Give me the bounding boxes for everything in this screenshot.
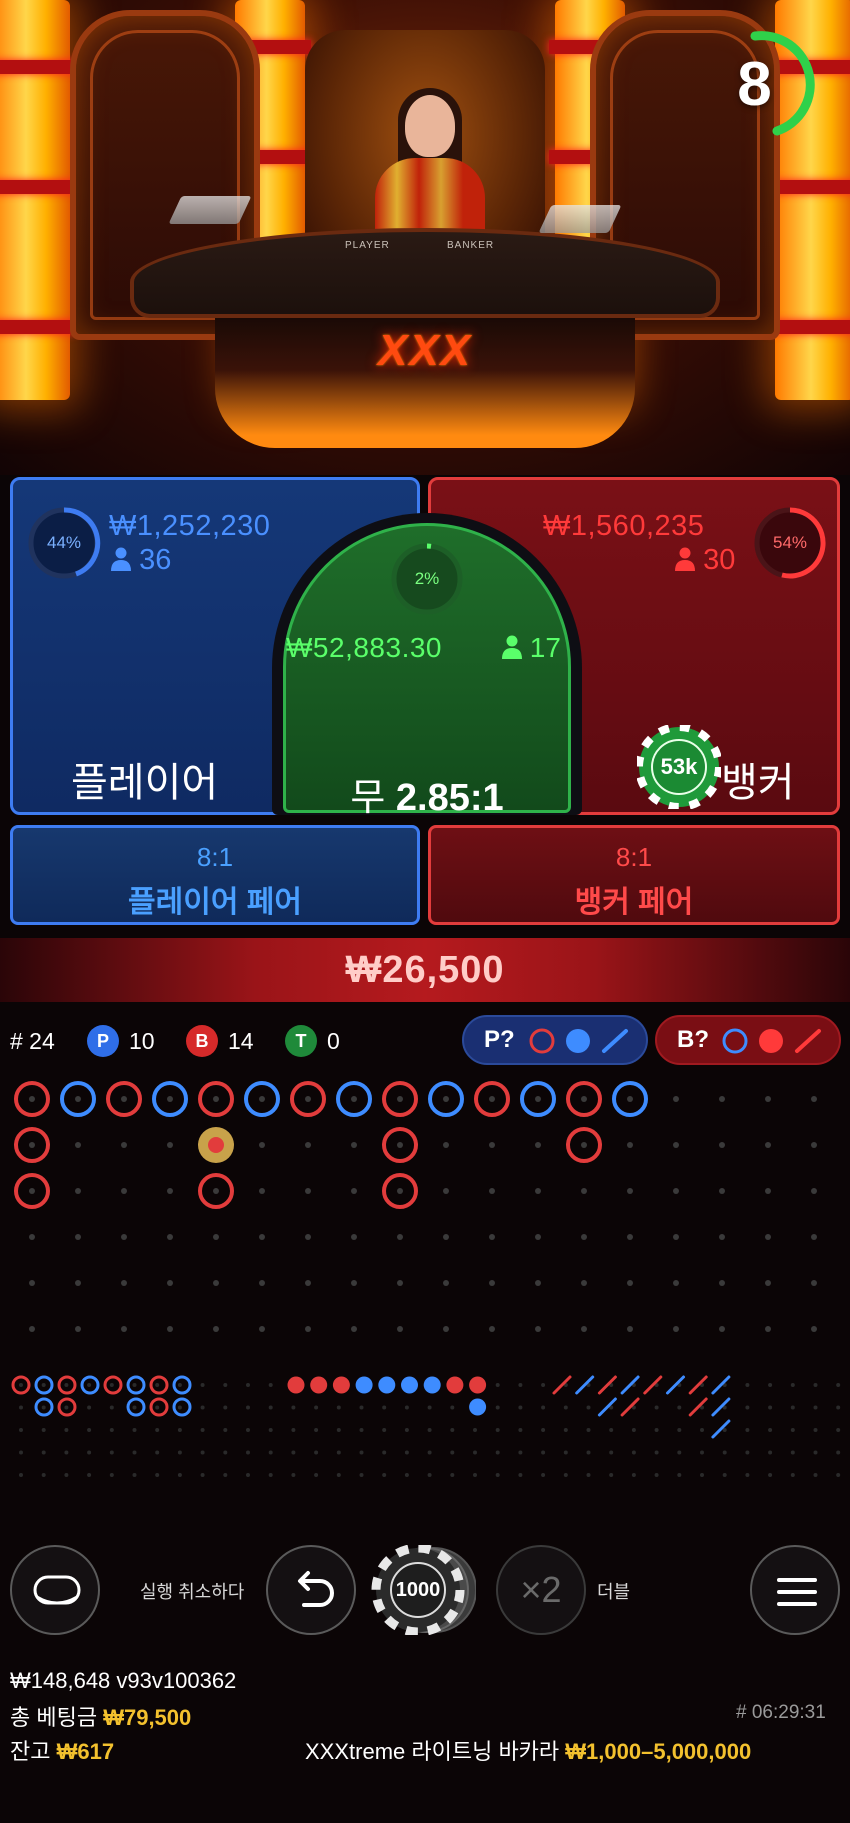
- dealer-body: [375, 158, 485, 238]
- player-wins: P 10: [87, 1025, 155, 1057]
- undo-label: 실행 취소하다: [140, 1582, 245, 1602]
- timer-seconds: 8: [737, 50, 772, 119]
- banker-badge-icon: B: [186, 1025, 218, 1057]
- balance-id-line: ₩148,648 v93v100362: [10, 1668, 237, 1693]
- player-label: 플레이어: [71, 761, 219, 805]
- dealer: [405, 95, 455, 157]
- player-percent-ring: 44%: [25, 504, 103, 582]
- player-total-amount: ₩1,252,230: [109, 510, 271, 542]
- chip-selector[interactable]: 1000: [366, 1543, 477, 1637]
- round-count: # 24: [10, 1028, 55, 1054]
- selected-chip-value: 1000: [395, 1579, 441, 1601]
- side-bets: 8:1 플레이어 페어 8:1 뱅커 페어: [10, 825, 840, 925]
- table-icon: [33, 1575, 81, 1605]
- tie-percent-ring: 2%: [388, 540, 466, 618]
- banker-ask-button[interactable]: B?: [655, 1015, 841, 1065]
- player-badge-icon: P: [87, 1025, 119, 1057]
- placed-chip[interactable]: 53k: [635, 723, 723, 811]
- total-bet-value: ₩79,500: [103, 1705, 192, 1730]
- table-name: XXXtreme 라이트닝 바카라: [305, 1739, 560, 1764]
- table-label-banker: BANKER: [447, 240, 495, 251]
- tie-wins: T0: [285, 1025, 340, 1057]
- live-video-stream: PLAYER BANKER XXX 8: [0, 0, 850, 475]
- table-label-player: PLAYER: [345, 240, 390, 251]
- total-bet-display: ₩26,500: [0, 938, 850, 1002]
- tie-label: 무 2.85:1: [350, 777, 504, 819]
- user-icon: [675, 547, 695, 571]
- table-info: XXXtreme 라이트닝 바카라 ₩1,000–5,000,000: [305, 1734, 751, 1766]
- table-view-button[interactable]: [10, 1545, 100, 1635]
- tie-badge-icon: T: [285, 1025, 317, 1057]
- banker-pair-odds: 8:1: [615, 842, 653, 872]
- tie-total-amount: ₩52,883.30: [286, 632, 442, 663]
- predict-icons: [529, 1028, 628, 1054]
- banker-bettor-count: 30: [675, 544, 735, 577]
- card-shoe: [168, 196, 252, 224]
- user-icon: [111, 547, 131, 571]
- banker-label: 뱅커: [721, 761, 795, 805]
- player-pair-label: 플레이어 페어: [128, 886, 302, 919]
- betting-controls: 실행 취소하다 1000 ×2 더블: [0, 1540, 850, 1640]
- user-icon: [502, 635, 522, 659]
- player-ask-button[interactable]: P?: [462, 1015, 648, 1065]
- player-bettor-count: 36: [111, 544, 171, 577]
- banker-pair-label: 뱅커 페어: [574, 886, 694, 919]
- double-button[interactable]: ×2: [496, 1545, 586, 1635]
- banker-percent-ring: 54%: [751, 504, 829, 582]
- banker-pair-bet-spot[interactable]: 8:1 뱅커 페어: [428, 825, 840, 925]
- player-pair-odds: 8:1: [196, 842, 234, 872]
- xxx-logo: XXX: [377, 326, 473, 375]
- hamburger-icon: [777, 1578, 817, 1606]
- balance-value: ₩617: [56, 1739, 115, 1764]
- game-screen: PLAYER BANKER XXX 8 44% ₩1,252,230 36 플레…: [0, 0, 850, 1823]
- banker-wins: B 14: [186, 1025, 254, 1057]
- light-pillar: [0, 0, 76, 400]
- table-limits: ₩1,000–5,000,000: [565, 1739, 752, 1764]
- undo-icon: [298, 1571, 334, 1607]
- roadmap-grid: [11, 1081, 841, 1500]
- double-label: 더블: [597, 1582, 631, 1602]
- bet-timer: 8: [707, 30, 817, 140]
- round-id: # 06:29:31: [736, 1702, 826, 1723]
- total-bet-line: 총 베팅금 ₩79,500: [10, 1705, 192, 1730]
- banker-total-amount: ₩1,560,235: [543, 510, 705, 542]
- menu-button[interactable]: [750, 1545, 840, 1635]
- player-pair-bet-spot[interactable]: 8:1 플레이어 페어: [10, 825, 420, 925]
- balance-line: 잔고 ₩617: [10, 1739, 115, 1764]
- tie-bet-spot[interactable]: 2% ₩52,883.30 17 무 2.85:1: [283, 523, 571, 819]
- predict-icons: [722, 1028, 821, 1054]
- undo-button[interactable]: [266, 1545, 356, 1635]
- card-shoe: [538, 205, 622, 233]
- tie-bettor-count: 17: [502, 632, 561, 664]
- scoreboard-roads[interactable]: [0, 1072, 850, 1500]
- main-bet-area: 44% ₩1,252,230 36 플레이어 ₩1,560,235 30 54%: [10, 477, 840, 819]
